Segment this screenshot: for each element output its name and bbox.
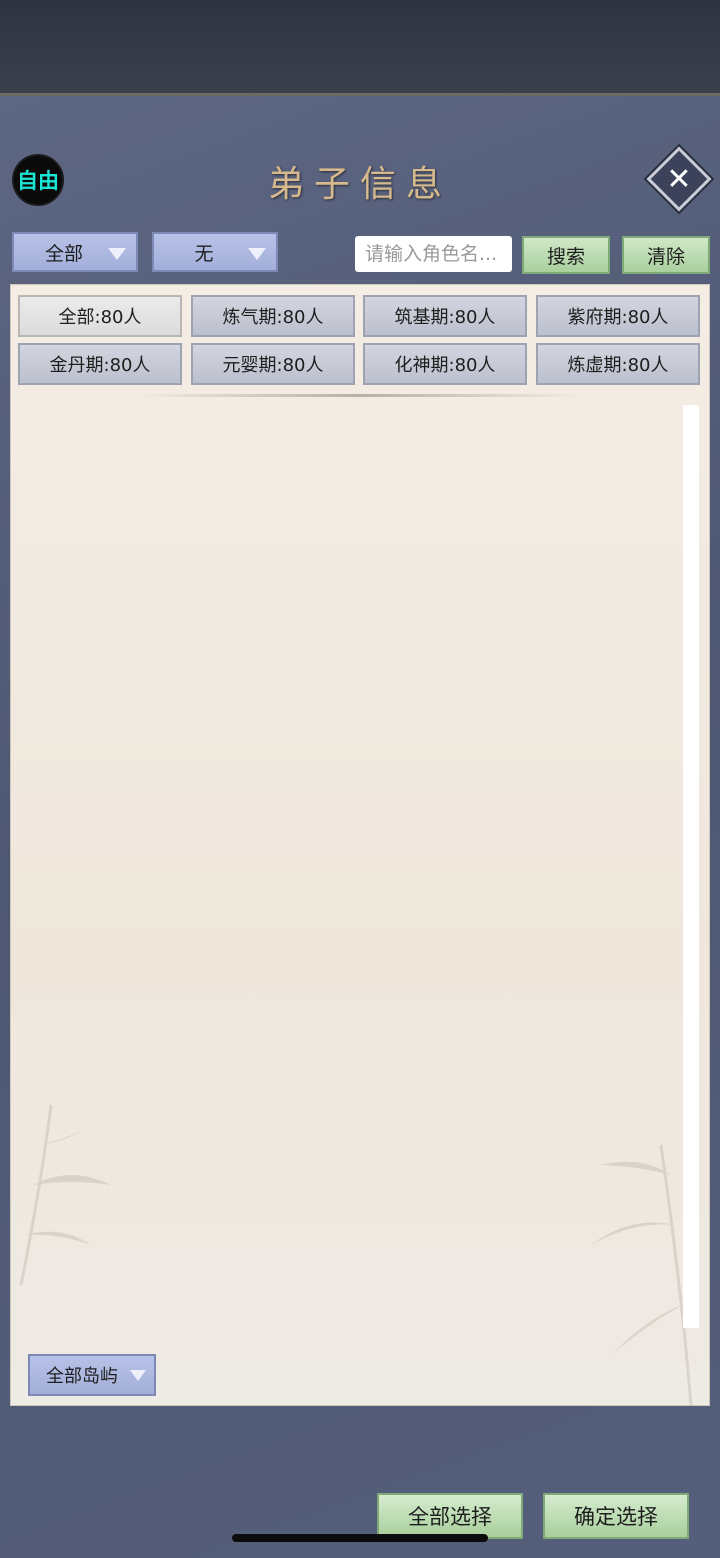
chevron-down-icon [130, 1370, 146, 1381]
island-dropdown[interactable]: 全部岛屿 [28, 1354, 156, 1396]
filter-button-qi-refining[interactable]: 炼气期:80人 [191, 295, 355, 337]
search-input[interactable] [355, 236, 512, 272]
filter-label: 化神期:80人 [394, 355, 496, 376]
list-scrollbar[interactable] [683, 405, 699, 1328]
disciple-list [10, 284, 710, 1406]
search-button-label: 搜索 [546, 245, 585, 268]
island-dropdown-label: 全部岛屿 [46, 1366, 118, 1387]
clear-button-label: 清除 [646, 245, 685, 268]
search-button[interactable]: 搜索 [522, 236, 610, 274]
filter-label: 筑基期:80人 [394, 307, 496, 328]
page-title: 弟子信息 [267, 164, 452, 205]
filter-button-purple-mansion[interactable]: 紫府期:80人 [536, 295, 700, 337]
close-icon: ✕ [666, 161, 692, 197]
sort-dropdown[interactable]: 无 [152, 232, 278, 272]
filter-button-void-refining[interactable]: 炼虚期:80人 [536, 343, 700, 385]
filter-label: 炼气期:80人 [222, 307, 324, 328]
chevron-down-icon [248, 248, 266, 260]
divider [134, 394, 584, 397]
filter-label: 元婴期:80人 [222, 355, 324, 376]
filter-label: 紫府期:80人 [567, 307, 669, 328]
clear-button[interactable]: 清除 [622, 236, 710, 274]
filter-label: 炼虚期:80人 [567, 355, 669, 376]
filter-button-foundation[interactable]: 筑基期:80人 [363, 295, 527, 337]
chevron-down-icon [108, 248, 126, 260]
filter-label: 全部:80人 [58, 307, 142, 328]
bamboo-decoration [19, 1104, 111, 1285]
home-indicator [232, 1534, 488, 1542]
select-all-button[interactable]: 全部选择 [377, 1493, 523, 1539]
filter-button-all[interactable]: 全部:80人 [18, 295, 182, 337]
filter-button-nascent-soul[interactable]: 元婴期:80人 [191, 343, 355, 385]
select-all-label: 全部选择 [408, 1505, 492, 1529]
filter-label: 金丹期:80人 [49, 355, 151, 376]
confirm-selection-label: 确定选择 [574, 1505, 658, 1529]
filter-button-golden-core[interactable]: 金丹期:80人 [18, 343, 182, 385]
category-dropdown[interactable]: 全部 [12, 232, 138, 272]
filter-button-spirit-severing[interactable]: 化神期:80人 [363, 343, 527, 385]
top-bar [0, 0, 720, 96]
confirm-selection-button[interactable]: 确定选择 [543, 1493, 689, 1539]
